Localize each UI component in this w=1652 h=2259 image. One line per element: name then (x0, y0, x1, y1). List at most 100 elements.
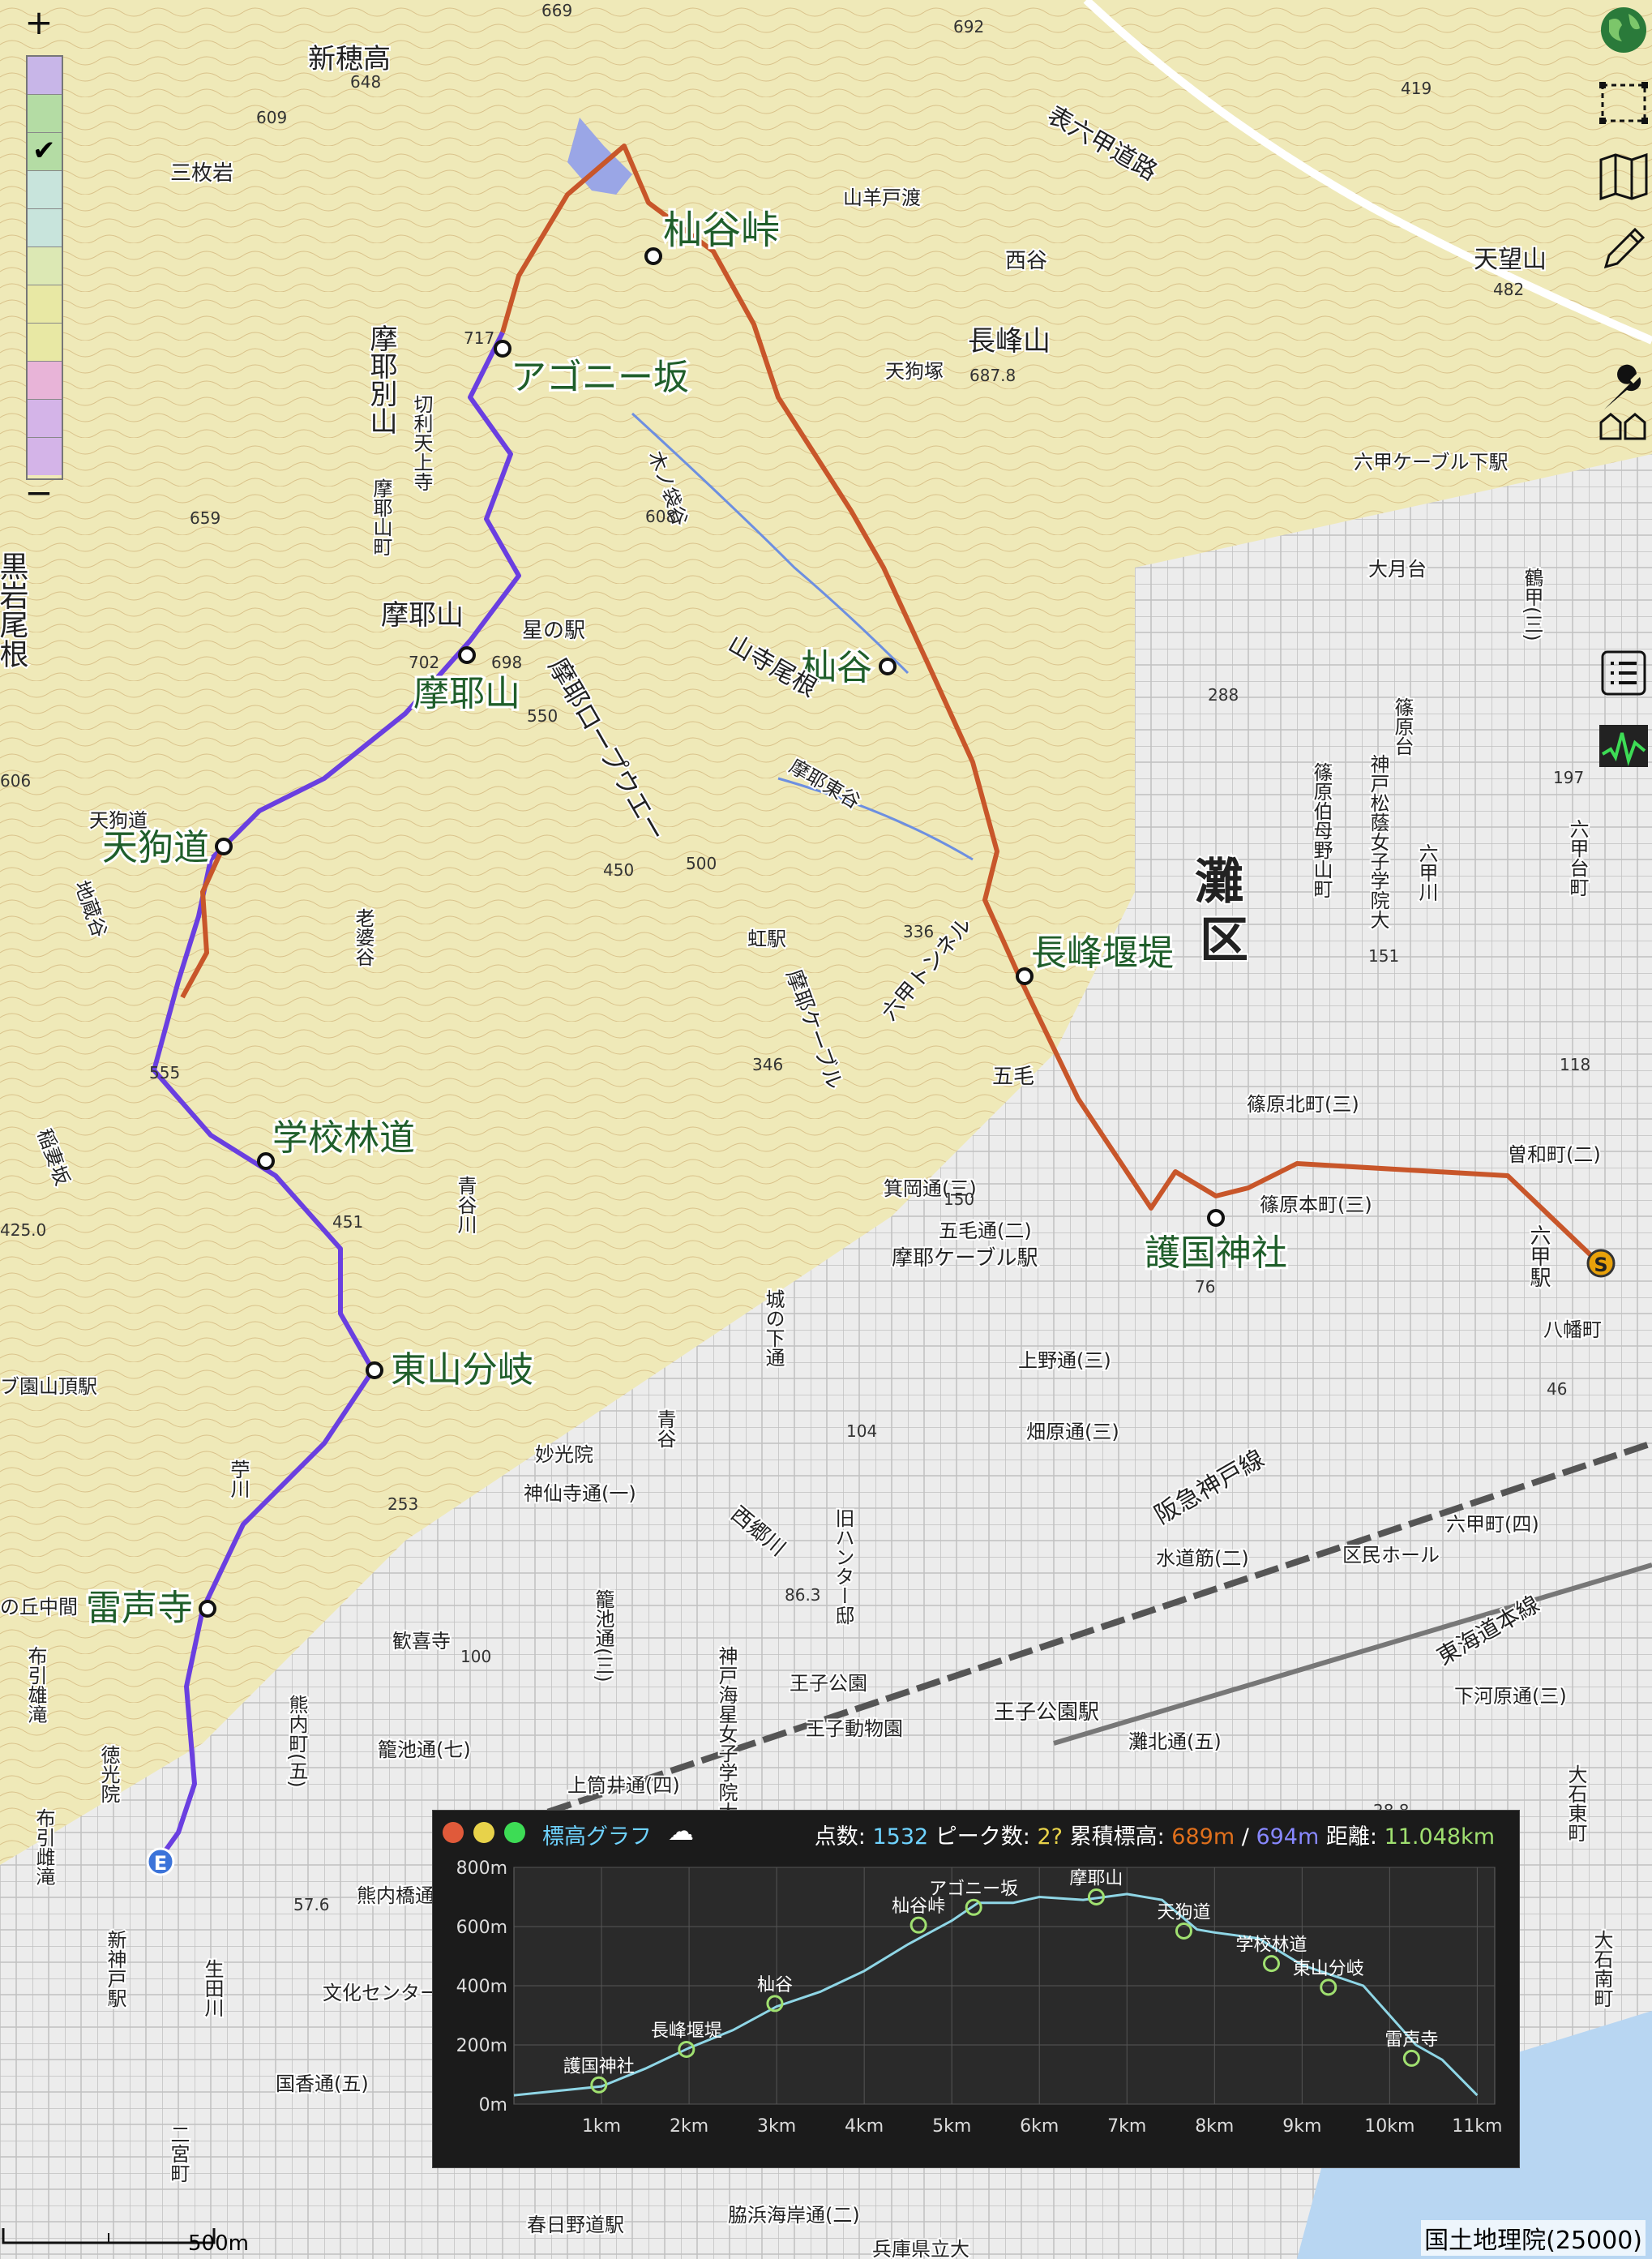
elevation-stats: 点数: 1532 ピーク数: 2? 累積標高: 689m / 694m 距離: … (815, 1819, 1495, 1850)
list-icon[interactable] (1595, 645, 1652, 701)
zoom-step[interactable] (28, 171, 62, 209)
waypoint-label: 雷声寺 (86, 1588, 193, 1629)
waypoint-label: 護国神社 (1145, 1232, 1287, 1274)
spot-height: 450 (603, 860, 634, 880)
spot-height: 608 (645, 507, 676, 526)
end-marker[interactable]: E (146, 1847, 175, 1876)
zoom-step[interactable] (28, 400, 62, 438)
spot-height: 500 (686, 854, 717, 873)
place-label-nunobiki: 布引雄滝 (24, 1646, 47, 1724)
place-label-myokoin: 妙光院 (535, 1443, 593, 1466)
place-label-ojidoubutsu: 王子動物園 (806, 1717, 903, 1740)
map-icon[interactable] (1595, 148, 1652, 204)
spot-height: 451 (332, 1212, 363, 1232)
place-label-nishitani: 西谷 (1005, 249, 1047, 273)
svg-text:S: S (1594, 1254, 1607, 1276)
right-toolbar (1571, 0, 1652, 811)
place-label-hoshinoeki: 星の駅 (522, 619, 585, 643)
zoom-out-button[interactable]: − (23, 476, 55, 510)
maximize-dot-icon[interactable] (504, 1822, 525, 1843)
spot-height: 609 (256, 108, 287, 127)
elevation-graph-title: 標高グラフ (542, 1824, 652, 1850)
place-label-rokko_eki: 六甲駅 (1526, 1224, 1551, 1288)
waypoint-label: 天狗道 (102, 827, 209, 868)
x-tick-label: 2km (670, 2116, 708, 2137)
place-label-shinsenji: 神仙寺通(一) (524, 1482, 636, 1505)
cumulative-down-value: 694m (1256, 1824, 1320, 1850)
place-label-kurobayashi: の丘中間 (0, 1596, 78, 1618)
place-label-sowa: 曽和町(二) (1508, 1143, 1601, 1166)
place-label-kasuganomichi: 春日野道駅 (527, 2214, 624, 2236)
zoom-step[interactable] (28, 285, 62, 324)
waypoint-label: 長峰堰堤 (1031, 932, 1174, 974)
spot-height: 698 (491, 653, 522, 672)
elevation-marker-label: 杣谷峠 (892, 1897, 945, 1917)
elevation-graph-panel[interactable]: 標高グラフ ☁ 点数: 1532 ピーク数: 2? 累積標高: 689m / 6… (432, 1810, 1520, 2168)
x-tick-label: 8km (1195, 2116, 1234, 2137)
elevation-chart[interactable]: 0m 200m 400m 600m 800m 1km 2km 3km 4km 5km 6km 7km 8… (433, 1853, 1519, 2167)
zoom-step[interactable] (28, 438, 62, 475)
place-label-nunobiki2: 布引雌滝 (32, 1808, 55, 1886)
pencil-icon[interactable] (1595, 221, 1652, 277)
place-label-shinohara_kita: 篠原北町(三) (1247, 1093, 1359, 1116)
place-label-ojikoen: 王子公園 (790, 1672, 867, 1695)
points-value: 1532 (872, 1824, 929, 1850)
place-label-niji: 虹駅 (747, 928, 786, 950)
svg-text:E: E (154, 1852, 167, 1875)
zoom-step[interactable] (28, 57, 62, 95)
zoom-in-button[interactable]: + (23, 6, 55, 40)
place-label-tokkoin: 徳光院 (97, 1745, 120, 1803)
elevation-marker-label: 天狗道 (1157, 1902, 1210, 1923)
zoom-step[interactable] (28, 362, 62, 400)
place-label-fuji: 天狗道 (89, 809, 148, 832)
zoom-step[interactable] (28, 209, 62, 247)
place-label-seitani: 青谷川 (454, 1176, 477, 1234)
zoom-step[interactable] (28, 247, 62, 285)
place-label-rokkogawa: 六甲川 (1415, 843, 1438, 902)
place-label-hatahara: 畑原通(三) (1026, 1421, 1119, 1443)
place-label-ueno: 上野通(三) (1018, 1349, 1111, 1372)
separator: / (1241, 1824, 1249, 1850)
x-tick-label: 9km (1282, 2116, 1321, 2137)
start-marker[interactable]: S (1586, 1249, 1616, 1278)
spot-height: 151 (1368, 946, 1399, 966)
place-label-rokkodai: 六甲台町 (1566, 819, 1589, 897)
place-label-nadakita: 灘北通(五) (1128, 1730, 1222, 1753)
place-label-kumauchi: 熊内橋通 (357, 1884, 434, 1907)
select-area-icon[interactable] (1595, 75, 1652, 131)
close-dot-icon[interactable] (443, 1822, 464, 1843)
elevation-marker-label: 雷声寺 (1385, 2030, 1438, 2050)
building-icon[interactable] (1595, 405, 1652, 446)
y-tick-label: 800m (456, 1858, 507, 1879)
x-tick-label: 5km (932, 2116, 971, 2137)
spot-height: 669 (541, 1, 572, 20)
place-label-aotani: 青谷 (653, 1409, 676, 1448)
cloud-download-icon[interactable]: ☁ (668, 1815, 694, 1846)
globe-icon[interactable] (1595, 2, 1652, 58)
checkmark-icon: ✔ (32, 135, 56, 167)
place-label-gokedori: 五毛通(二) (939, 1220, 1032, 1242)
scale-label: 500m (188, 2231, 249, 2256)
place-label-mayacableeki: 摩耶ケーブル駅 (892, 1246, 1038, 1271)
place-label-kiritoshi: 切利天上寺 (410, 394, 433, 491)
spot-height: 687.8 (969, 366, 1016, 385)
spot-height: 288 (1208, 685, 1239, 705)
spot-height: 76 (1195, 1277, 1215, 1297)
zoom-slider[interactable]: ✔ (26, 55, 63, 480)
spot-height: 100 (460, 1647, 491, 1666)
elevation-graph-header: 標高グラフ ☁ 点数: 1532 ピーク数: 2? 累積標高: 689m / 6… (433, 1811, 1519, 1853)
minimize-dot-icon[interactable] (473, 1822, 494, 1843)
elevation-graph-icon[interactable] (1595, 718, 1652, 774)
place-label-kamitsutsui: 上筒井通(四) (567, 1774, 680, 1797)
place-label-shinoharaboku: 篠原伯母野山町 (1310, 762, 1333, 898)
waypoint-label: 学校林道 (272, 1117, 415, 1159)
y-tick-label: 400m (456, 1977, 507, 1997)
waypoint-higashiyama[interactable]: 東山分岐 (366, 1347, 536, 1393)
place-label-mitsumaiwa: 三枚岩 (170, 161, 233, 186)
zoom-step[interactable] (28, 95, 62, 133)
spot-height: 57.6 (293, 1895, 330, 1914)
zoom-step[interactable] (28, 324, 62, 362)
place-label-shimokawara: 下河原通(三) (1454, 1685, 1567, 1708)
zoom-step-selected[interactable]: ✔ (28, 133, 62, 171)
place-label-bunka: 文化センター (323, 1982, 439, 2004)
